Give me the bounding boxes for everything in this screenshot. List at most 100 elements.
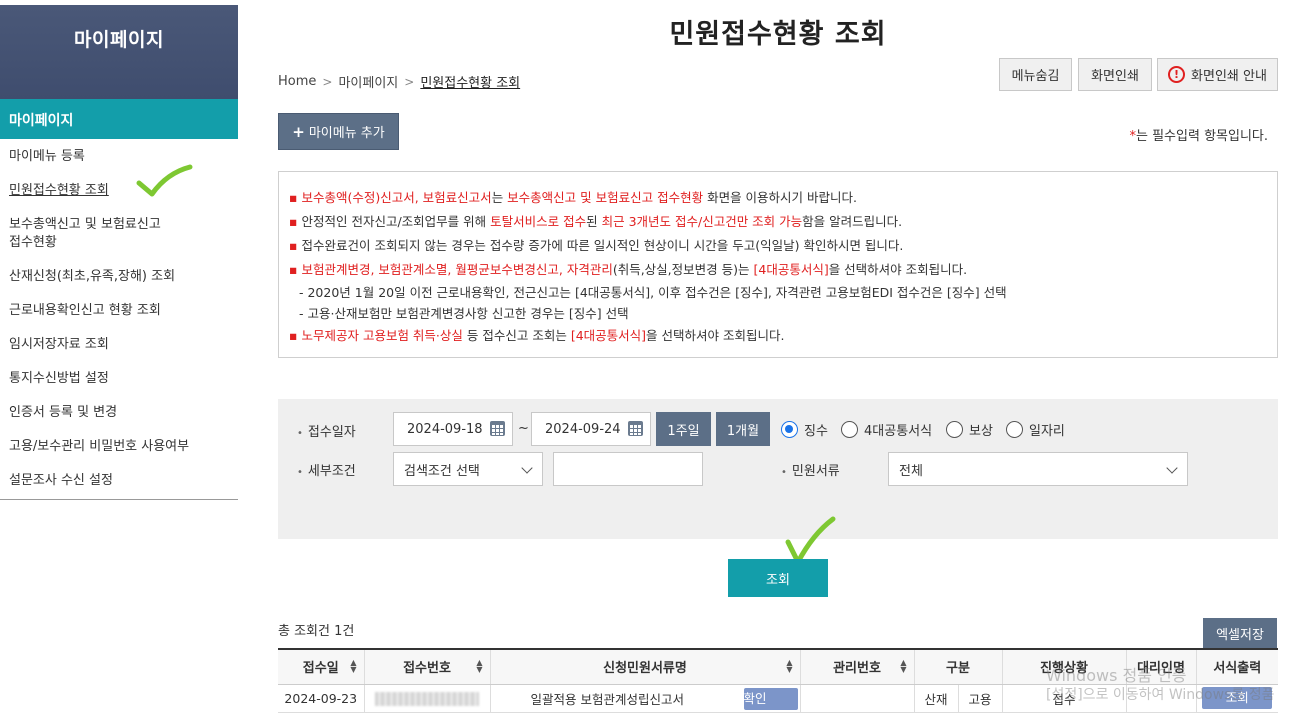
notice-line: ▪ 안정적인 전자신고/조회업무를 위해 토탈서비스로 접수된 최근 3개년도 접… xyxy=(289,210,1267,234)
cell-doc-name: 일괄적용 보험관계성립신고서 확인 xyxy=(490,684,801,713)
sidebar: 마이페이지 마이페이지 마이메뉴 등록 민원접수현황 조회 보수총액신고 및 보… xyxy=(0,5,238,500)
radio-jingsu[interactable]: 징수 xyxy=(781,420,828,439)
radio-label: 보상 xyxy=(969,424,993,439)
sidebar-item-notification-settings[interactable]: 통지수신방법 설정 xyxy=(0,370,238,388)
cell-date: 2024-09-23 xyxy=(278,684,365,713)
sort-icon[interactable]: ▲ ▼ xyxy=(476,659,482,674)
period-month-button[interactable]: 1개월 xyxy=(716,412,770,446)
sidebar-item-civil-status[interactable]: 민원접수현황 조회 xyxy=(0,182,238,200)
sidebar-item-wage-report-status[interactable]: 보수총액신고 및 보험료신고 접수현황 xyxy=(0,216,238,252)
sidebar-header: 마이페이지 xyxy=(0,5,238,99)
cell-type-2: 고용 xyxy=(958,684,1003,713)
bullet: • xyxy=(297,467,303,478)
sidebar-item-work-report-status[interactable]: 근로내용확인신고 현황 조회 xyxy=(0,302,238,320)
search-panel: • 접수일자 2024-09-18 ~ 2024-09-24 1주일 1개월 징수… xyxy=(278,399,1278,539)
radio-job[interactable]: 일자리 xyxy=(1006,420,1065,439)
page-title: 민원접수현황 조회 xyxy=(669,19,887,50)
sidebar-item-mymenu-register[interactable]: 마이메뉴 등록 xyxy=(0,148,238,166)
bullet: ▪ xyxy=(289,262,298,277)
windows-activation-watermark-sub: [설정]으로 이동하여 Windows를 정품 xyxy=(1046,687,1275,703)
radio-icon[interactable] xyxy=(1006,421,1023,438)
calendar-icon[interactable] xyxy=(490,421,505,436)
notice-text: 등 접수신고 조회는 xyxy=(462,328,571,343)
sort-icon[interactable]: ▲ ▼ xyxy=(786,659,792,674)
print-screen-button[interactable]: 화면인쇄 xyxy=(1078,58,1152,91)
sidebar-item-accident-claim[interactable]: 산재신청(최초,유족,장해) 조회 xyxy=(0,268,238,286)
notice-text: 보수총액(수정)신고서, 보험료신고서 xyxy=(301,190,492,205)
bullet: ▪ xyxy=(289,190,298,205)
notice-text: 는 xyxy=(491,190,508,205)
confirm-button[interactable]: 확인 xyxy=(743,687,798,710)
radio-label: 징수 xyxy=(804,424,828,439)
sidebar-menu: 마이메뉴 등록 민원접수현황 조회 보수총액신고 및 보험료신고 접수현황 산재… xyxy=(0,148,238,490)
sidebar-item-label: 보수총액신고 및 보험료신고 xyxy=(9,217,161,232)
bullet: ▪ xyxy=(289,238,298,253)
sidebar-item-temp-save[interactable]: 임시저장자료 조회 xyxy=(0,336,238,354)
print-guide-label: 화면인쇄 안내 xyxy=(1191,69,1267,84)
col-header-receipt-no[interactable]: 접수번호 ▲ ▼ xyxy=(364,648,491,685)
doc-label-text: 민원서류 xyxy=(791,464,840,479)
total-count: 총 조회건 1건 xyxy=(278,624,355,639)
cell-mgmt-no xyxy=(800,684,915,713)
radio-label: 4대공통서식 xyxy=(864,424,933,439)
notice-text: 토탈서비스로 접수 xyxy=(490,214,587,229)
detail-label: • 세부조건 xyxy=(297,460,356,479)
radio-checked-icon[interactable] xyxy=(781,421,798,438)
notice-text: [4대공통서식] xyxy=(570,328,647,343)
sidebar-item-label: 설문조사 수신 설정 xyxy=(9,473,113,488)
sort-icon[interactable]: ▲ ▼ xyxy=(350,659,356,674)
col-header-date[interactable]: 접수일 ▲ ▼ xyxy=(278,648,365,685)
detail-condition-input[interactable] xyxy=(553,452,703,486)
notice-box: ▪ 보수총액(수정)신고서, 보험료신고서는 보수총액신고 및 보험료신고 접수현… xyxy=(278,171,1278,358)
calendar-icon[interactable] xyxy=(628,421,643,436)
col-header-doc-name[interactable]: 신청민원서류명 ▲ ▼ xyxy=(490,648,801,685)
doc-select-value: 전체 xyxy=(899,463,923,479)
sidebar-item-survey-settings[interactable]: 설문조사 수신 설정 xyxy=(0,472,238,490)
doc-label: • 민원서류 xyxy=(781,460,840,479)
radio-icon[interactable] xyxy=(841,421,858,438)
sidebar-item-label: 근로내용확인신고 현황 조회 xyxy=(9,303,161,318)
date-from-value: 2024-09-18 xyxy=(407,421,483,437)
radio-4-common-forms[interactable]: 4대공통서식 xyxy=(841,420,932,439)
radio-compensation[interactable]: 보상 xyxy=(946,420,993,439)
bullet: • xyxy=(781,467,787,478)
notice-text: 을 선택하셔야 조회됩니다. xyxy=(646,328,785,343)
breadcrumb-mypage[interactable]: 마이페이지 xyxy=(338,72,398,91)
radio-icon[interactable] xyxy=(946,421,963,438)
notice-line: ▪ 보수총액(수정)신고서, 보험료신고서는 보수총액신고 및 보험료신고 접수현… xyxy=(289,186,1267,210)
date-to-input[interactable]: 2024-09-24 xyxy=(531,412,651,446)
excel-save-button[interactable]: 엑셀저장 xyxy=(1203,618,1277,648)
bullet: ▪ xyxy=(289,214,298,229)
date-from-input[interactable]: 2024-09-18 xyxy=(393,412,513,446)
notice-text: 된 xyxy=(586,214,602,229)
col-header-mgmt-no[interactable]: 관리번호 ▲ ▼ xyxy=(800,648,915,685)
notice-text: 함을 알려드립니다. xyxy=(802,214,903,229)
col-header-label: 관리번호 xyxy=(833,661,881,677)
add-mymenu-button[interactable]: + 마이메뉴 추가 xyxy=(278,113,399,150)
sort-icon[interactable]: ▲ ▼ xyxy=(900,659,906,674)
chevron-down-icon xyxy=(1166,462,1178,474)
period-week-button[interactable]: 1주일 xyxy=(656,412,711,446)
breadcrumb-home[interactable]: Home xyxy=(278,74,316,89)
notice-line: ▪ 노무제공자 고용보험 취득·상실 등 접수신고 조회는 [4대공통서식]을 선… xyxy=(289,324,1267,348)
sidebar-section-header[interactable]: 마이페이지 xyxy=(0,99,238,139)
hide-menu-button[interactable]: 메뉴숨김 xyxy=(999,58,1072,91)
sidebar-item-label: 산재신청(최초,유족,장해) 조회 xyxy=(9,269,176,284)
chevron-right-icon: > xyxy=(322,74,333,89)
print-guide-button[interactable]: ! 화면인쇄 안내 xyxy=(1157,58,1278,91)
search-button[interactable]: 조회 xyxy=(728,559,828,597)
required-note: *는 필수입력 항목입니다. xyxy=(1130,125,1269,144)
redacted-value xyxy=(375,691,479,706)
notice-text: 안정적인 전자신고/조회업무를 위해 xyxy=(301,214,491,229)
detail-condition-select[interactable]: 검색조건 선택 xyxy=(393,452,543,486)
sidebar-item-label: 접수현황 xyxy=(9,235,57,250)
notice-text: 을 선택하셔야 조회됩니다. xyxy=(828,262,968,277)
sidebar-item-password-usage[interactable]: 고용/보수관리 비밀번호 사용여부 xyxy=(0,438,238,456)
col-header-label: 접수일 xyxy=(302,661,339,677)
sidebar-item-label: 인증서 등록 및 변경 xyxy=(9,405,118,420)
notice-line: ▪ 보험관계변경, 보험관계소멸, 월평균보수변경신고, 자격관리(취득,상실,정… xyxy=(289,258,1267,282)
col-header-label: 접수번호 xyxy=(403,661,451,677)
sidebar-item-label: 통지수신방법 설정 xyxy=(9,371,109,386)
sidebar-item-certificate[interactable]: 인증서 등록 및 변경 xyxy=(0,404,238,422)
civil-document-select[interactable]: 전체 xyxy=(888,452,1188,486)
